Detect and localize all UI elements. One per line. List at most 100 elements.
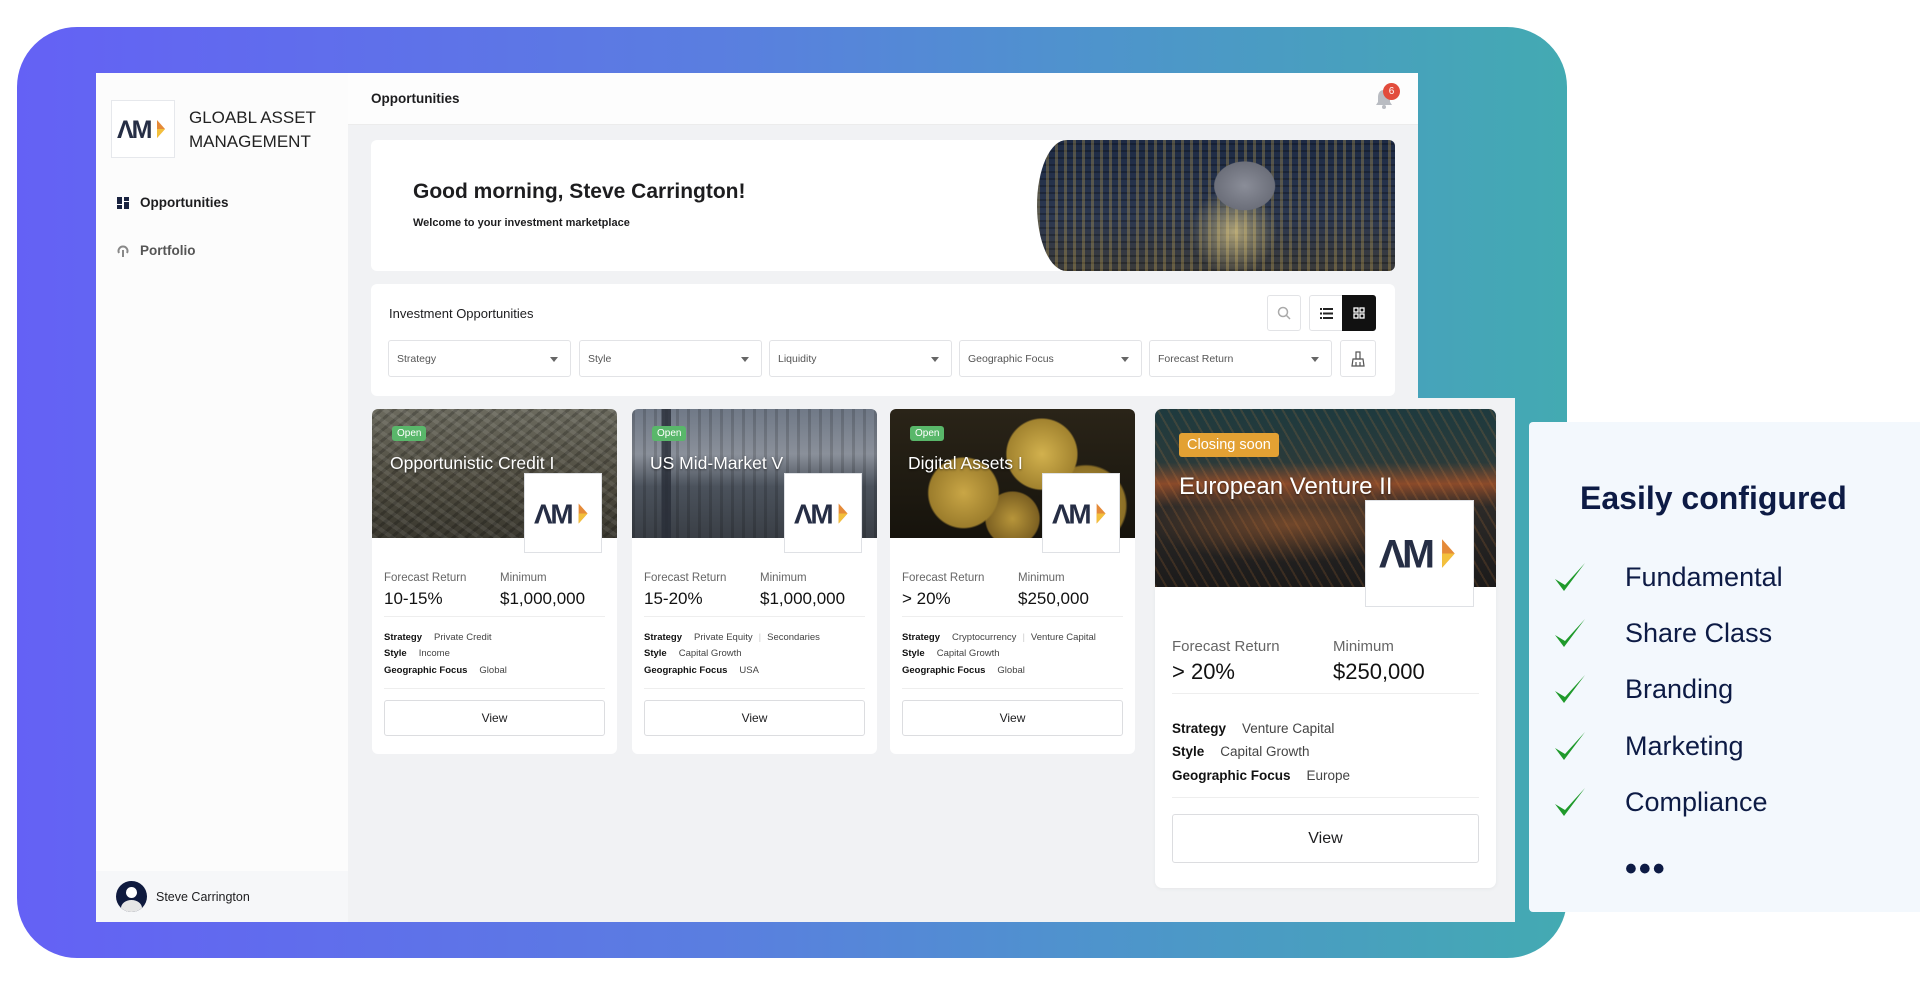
- strategy-value: Venture Capital: [1030, 632, 1096, 643]
- dropdown-label: Strategy: [397, 352, 437, 365]
- feature-item: Compliance: [1553, 785, 1768, 819]
- svg-text:ΛM: ΛM: [534, 499, 572, 528]
- geographic-focus-value: Global: [479, 665, 507, 676]
- liquidity-dropdown[interactable]: Liquidity: [769, 340, 952, 377]
- minimum-label: Minimum: [1333, 638, 1394, 655]
- forecast-return-dropdown[interactable]: Forecast Return: [1149, 340, 1332, 377]
- more-indicator: •••: [1625, 850, 1667, 888]
- featured-opportunity-card[interactable]: Closing soon European Venture II ΛM Fore…: [1155, 409, 1496, 888]
- strategy-dropdown[interactable]: Strategy: [388, 340, 571, 377]
- dropdown-label: Forecast Return: [1158, 352, 1234, 365]
- minimum-value: $1,000,000: [500, 589, 586, 608]
- panel-title: Easily configured: [1580, 480, 1847, 516]
- clear-filters-button[interactable]: [1340, 340, 1376, 377]
- style-label: Style: [902, 648, 925, 659]
- forecast-return-value: 10-15%: [384, 589, 443, 608]
- welcome-banner: Good morning, Steve Carrington! Welcome …: [371, 140, 1395, 271]
- fund-logo: ΛM: [1042, 473, 1120, 553]
- dashboard-icon: [117, 196, 129, 209]
- feature-label: Compliance: [1625, 786, 1768, 817]
- divider: [644, 616, 865, 617]
- style-dropdown[interactable]: Style: [579, 340, 762, 377]
- opportunity-card[interactable]: Open Opportunistic Credit I ΛM Forecast …: [372, 409, 617, 754]
- strategy-row: Strategy Venture Capital: [1172, 721, 1334, 736]
- geographic-focus-dropdown[interactable]: Geographic Focus: [959, 340, 1142, 377]
- user-profile[interactable]: Steve Carrington: [96, 871, 348, 922]
- svg-text:ΛM: ΛM: [1052, 499, 1090, 528]
- brand-line-1: GLOABL ASSET: [189, 108, 316, 127]
- fund-logo: ΛM: [784, 473, 862, 553]
- geographic-focus-label: Geographic Focus: [644, 665, 728, 676]
- dropdown-label: Style: [588, 352, 612, 365]
- forecast-return-value: 15-20%: [644, 589, 703, 608]
- view-button[interactable]: View: [902, 700, 1123, 736]
- sidebar-item-opportunities[interactable]: Opportunities: [117, 195, 229, 210]
- checkmark-icon: [1555, 619, 1585, 647]
- strategy-label: Strategy: [384, 632, 423, 643]
- minimum-label: Minimum: [760, 572, 807, 584]
- divider: [902, 688, 1123, 689]
- notification-badge: 6: [1383, 83, 1400, 100]
- checkmark-icon: [1555, 675, 1585, 703]
- view-button[interactable]: View: [644, 700, 865, 736]
- broom-icon: [1351, 350, 1365, 367]
- fund-logo-icon: ΛM: [1052, 499, 1106, 528]
- opportunity-title: Opportunistic Credit I: [390, 453, 555, 473]
- style-row: Style Income: [384, 648, 450, 659]
- grid-view-button[interactable]: [1342, 295, 1376, 331]
- list-icon: [1319, 307, 1333, 319]
- city-banner-image: [1037, 140, 1395, 271]
- search-icon: [1277, 306, 1291, 320]
- geographic-focus-value: Europe: [1306, 768, 1351, 783]
- feature-item: Marketing: [1553, 729, 1744, 763]
- style-value: Capital Growth: [1220, 744, 1310, 759]
- sidebar-item-label: Opportunities: [140, 195, 229, 210]
- search-button[interactable]: [1267, 295, 1301, 331]
- geographic-focus-row: Geographic Focus USA: [644, 665, 759, 676]
- strategy-value: Private Equity: [694, 632, 753, 643]
- style-row: Style Capital Growth: [902, 648, 1000, 659]
- style-label: Style: [384, 648, 407, 659]
- user-name: Steve Carrington: [156, 889, 250, 904]
- opportunity-card[interactable]: Open US Mid-Market V ΛM Forecast Return …: [632, 409, 877, 754]
- view-button[interactable]: View: [384, 700, 605, 736]
- strategy-value: Venture Capital: [1242, 721, 1335, 736]
- style-value: Capital Growth: [678, 648, 742, 659]
- greeting-subtitle: Welcome to your investment marketplace: [413, 217, 630, 229]
- sidebar: ΛM GLOABL ASSET MANAGEMENT Opportunities…: [96, 73, 348, 922]
- list-view-button[interactable]: [1309, 295, 1343, 331]
- divider: [384, 616, 605, 617]
- feature-item: Fundamental: [1553, 560, 1783, 594]
- opportunity-title: US Mid-Market V: [650, 453, 784, 473]
- fund-logo: ΛM: [1365, 500, 1474, 607]
- sidebar-item-portfolio[interactable]: Portfolio: [117, 243, 196, 258]
- view-button[interactable]: View: [1172, 814, 1479, 863]
- dropdown-label: Liquidity: [778, 352, 817, 365]
- geographic-focus-row: Geographic Focus Global: [902, 665, 1025, 676]
- status-badge: Open: [652, 426, 687, 441]
- checkmark-icon: [1555, 788, 1585, 816]
- forecast-return-label: Forecast Return: [644, 572, 727, 584]
- separator: |: [758, 632, 762, 643]
- geographic-focus-label: Geographic Focus: [1172, 768, 1291, 783]
- style-row: Style Capital Growth: [644, 648, 742, 659]
- brand-name: GLOABL ASSET MANAGEMENT: [189, 106, 316, 154]
- feature-label: Marketing: [1625, 730, 1744, 761]
- minimum-value: $1,000,000: [760, 589, 846, 608]
- fund-logo-icon: ΛM: [1379, 533, 1455, 574]
- checkmark-icon: [1555, 732, 1585, 760]
- strategy-label: Strategy: [1172, 721, 1227, 736]
- opportunity-card[interactable]: Open Digital Assets I ΛM Forecast Return…: [890, 409, 1135, 754]
- geographic-focus-row: Geographic Focus Europe: [1172, 768, 1350, 783]
- status-badge: Open: [910, 426, 945, 441]
- strategy-label: Strategy: [644, 632, 683, 643]
- sidebar-item-label: Portfolio: [140, 243, 196, 258]
- divider: [902, 616, 1123, 617]
- divider: [1172, 797, 1479, 798]
- fund-logo: ΛM: [524, 473, 602, 553]
- section-title: Investment Opportunities: [389, 306, 534, 321]
- strategy-row: Strategy Private Credit: [384, 632, 492, 643]
- forecast-return-label: Forecast Return: [384, 572, 467, 584]
- top-bar: Opportunities 6: [348, 73, 1418, 125]
- brand-line-2: MANAGEMENT: [189, 132, 311, 151]
